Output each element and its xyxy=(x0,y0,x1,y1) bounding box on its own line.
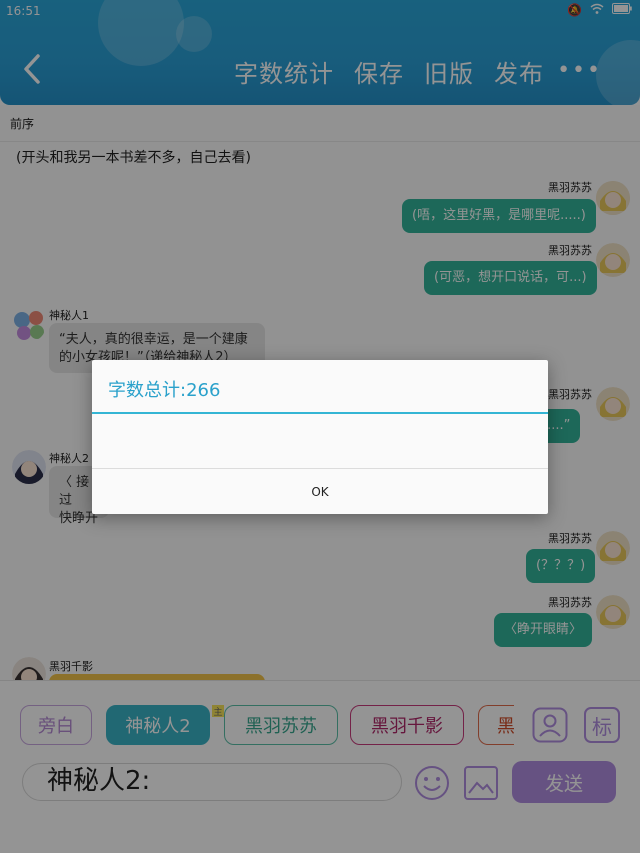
ok-button[interactable]: OK xyxy=(92,469,548,514)
dialog-title-divider xyxy=(92,412,548,414)
dialog-title: 字数总计:266 xyxy=(108,380,221,401)
word-count-dialog: 字数总计:266 OK xyxy=(92,360,548,514)
